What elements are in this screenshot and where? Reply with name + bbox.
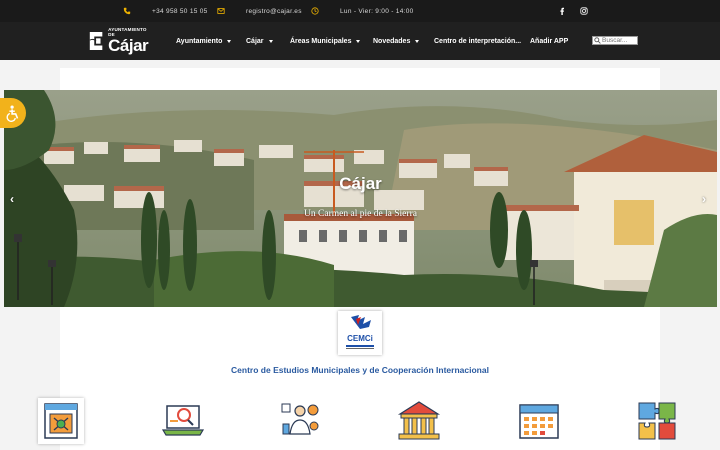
nav-item-novedades[interactable]: Novedades — [373, 22, 420, 60]
service-town-hall[interactable] — [396, 398, 442, 444]
chevron-left-icon[interactable]: ‹ — [10, 192, 14, 206]
caret-down-icon — [415, 39, 420, 43]
facebook-icon[interactable] — [558, 0, 566, 22]
phone-item[interactable]: +34 958 50 15 05 — [122, 0, 208, 22]
puzzle-icon — [638, 402, 676, 440]
nav-item-cajar[interactable]: Cájar — [246, 22, 273, 60]
instagram-icon[interactable] — [580, 0, 588, 22]
accessibility-icon — [6, 105, 19, 122]
search-icon — [594, 37, 601, 44]
cemci-logo-text: CEMCi — [347, 334, 373, 343]
slide-subtitle: Un Carmen al pie de la Sierra — [304, 209, 417, 219]
chevron-right-icon[interactable]: › — [702, 192, 706, 206]
search-input[interactable] — [601, 37, 637, 44]
nav-item-label: Ayuntamiento — [176, 37, 223, 45]
caret-down-icon — [356, 39, 361, 43]
service-puzzle[interactable] — [634, 398, 680, 444]
hero-slider[interactable]: Cájar Un Carmen al pie de la Sierra ‹ › — [4, 90, 717, 307]
nav-item-ayuntamiento[interactable]: Ayuntamiento — [176, 22, 232, 60]
office-hours: Lun - Vier: 9:00 - 14:00 — [340, 7, 414, 15]
nav-item-centro-interpretacion[interactable]: Centro de interpretación... — [434, 22, 521, 60]
email-address: registro@cajar.es — [246, 7, 302, 15]
calendar-icon — [519, 404, 559, 439]
nav-item-label: Centro de interpretación... — [434, 37, 522, 45]
service-web-form[interactable] — [38, 398, 84, 444]
cemci-caption[interactable]: Centro de Estudios Municipales y de Coop… — [0, 365, 720, 375]
nav-item-label: Añadir APP — [530, 37, 569, 45]
nav-item-anadir-app[interactable]: Añadir APP — [530, 22, 568, 60]
caret-down-icon — [227, 39, 232, 43]
hero-image — [4, 90, 717, 307]
service-citizen-services[interactable] — [278, 398, 324, 444]
nav-item-areas-municipales[interactable]: Áreas Municipales — [290, 22, 361, 60]
nav-item-label: Novedades — [373, 37, 411, 45]
clock-icon — [310, 6, 320, 16]
citizen-services-icon — [281, 403, 319, 435]
slide-title: Cájar — [339, 174, 382, 193]
cemci-emblem — [346, 315, 374, 349]
logo-emblem — [89, 32, 103, 50]
nav-item-label: Áreas Municipales — [290, 37, 352, 45]
hours-item: Lun - Vier: 9:00 - 14:00 — [310, 0, 414, 22]
service-laptop-search[interactable] — [160, 398, 206, 444]
town-hall-icon — [397, 401, 441, 440]
site-logo[interactable]: AYUNTAMIENTO DE Cájar — [88, 27, 150, 55]
email-icon — [216, 6, 226, 16]
service-calendar[interactable] — [516, 398, 562, 444]
email-item[interactable]: registro@cajar.es — [216, 0, 302, 22]
search-box[interactable] — [592, 36, 638, 45]
caret-down-icon — [268, 39, 273, 43]
phone-icon — [122, 6, 132, 16]
cemci-logo[interactable]: CEMCi — [338, 311, 382, 355]
web-form-icon — [44, 403, 78, 439]
nav-item-label: Cájar — [246, 37, 264, 45]
laptop-search-icon — [161, 405, 205, 436]
top-info-bar: +34 958 50 15 05 registro@cajar.es Lun -… — [0, 0, 720, 22]
phone-number: +34 958 50 15 05 — [152, 7, 208, 15]
logo-name: Cájar — [108, 36, 149, 56]
